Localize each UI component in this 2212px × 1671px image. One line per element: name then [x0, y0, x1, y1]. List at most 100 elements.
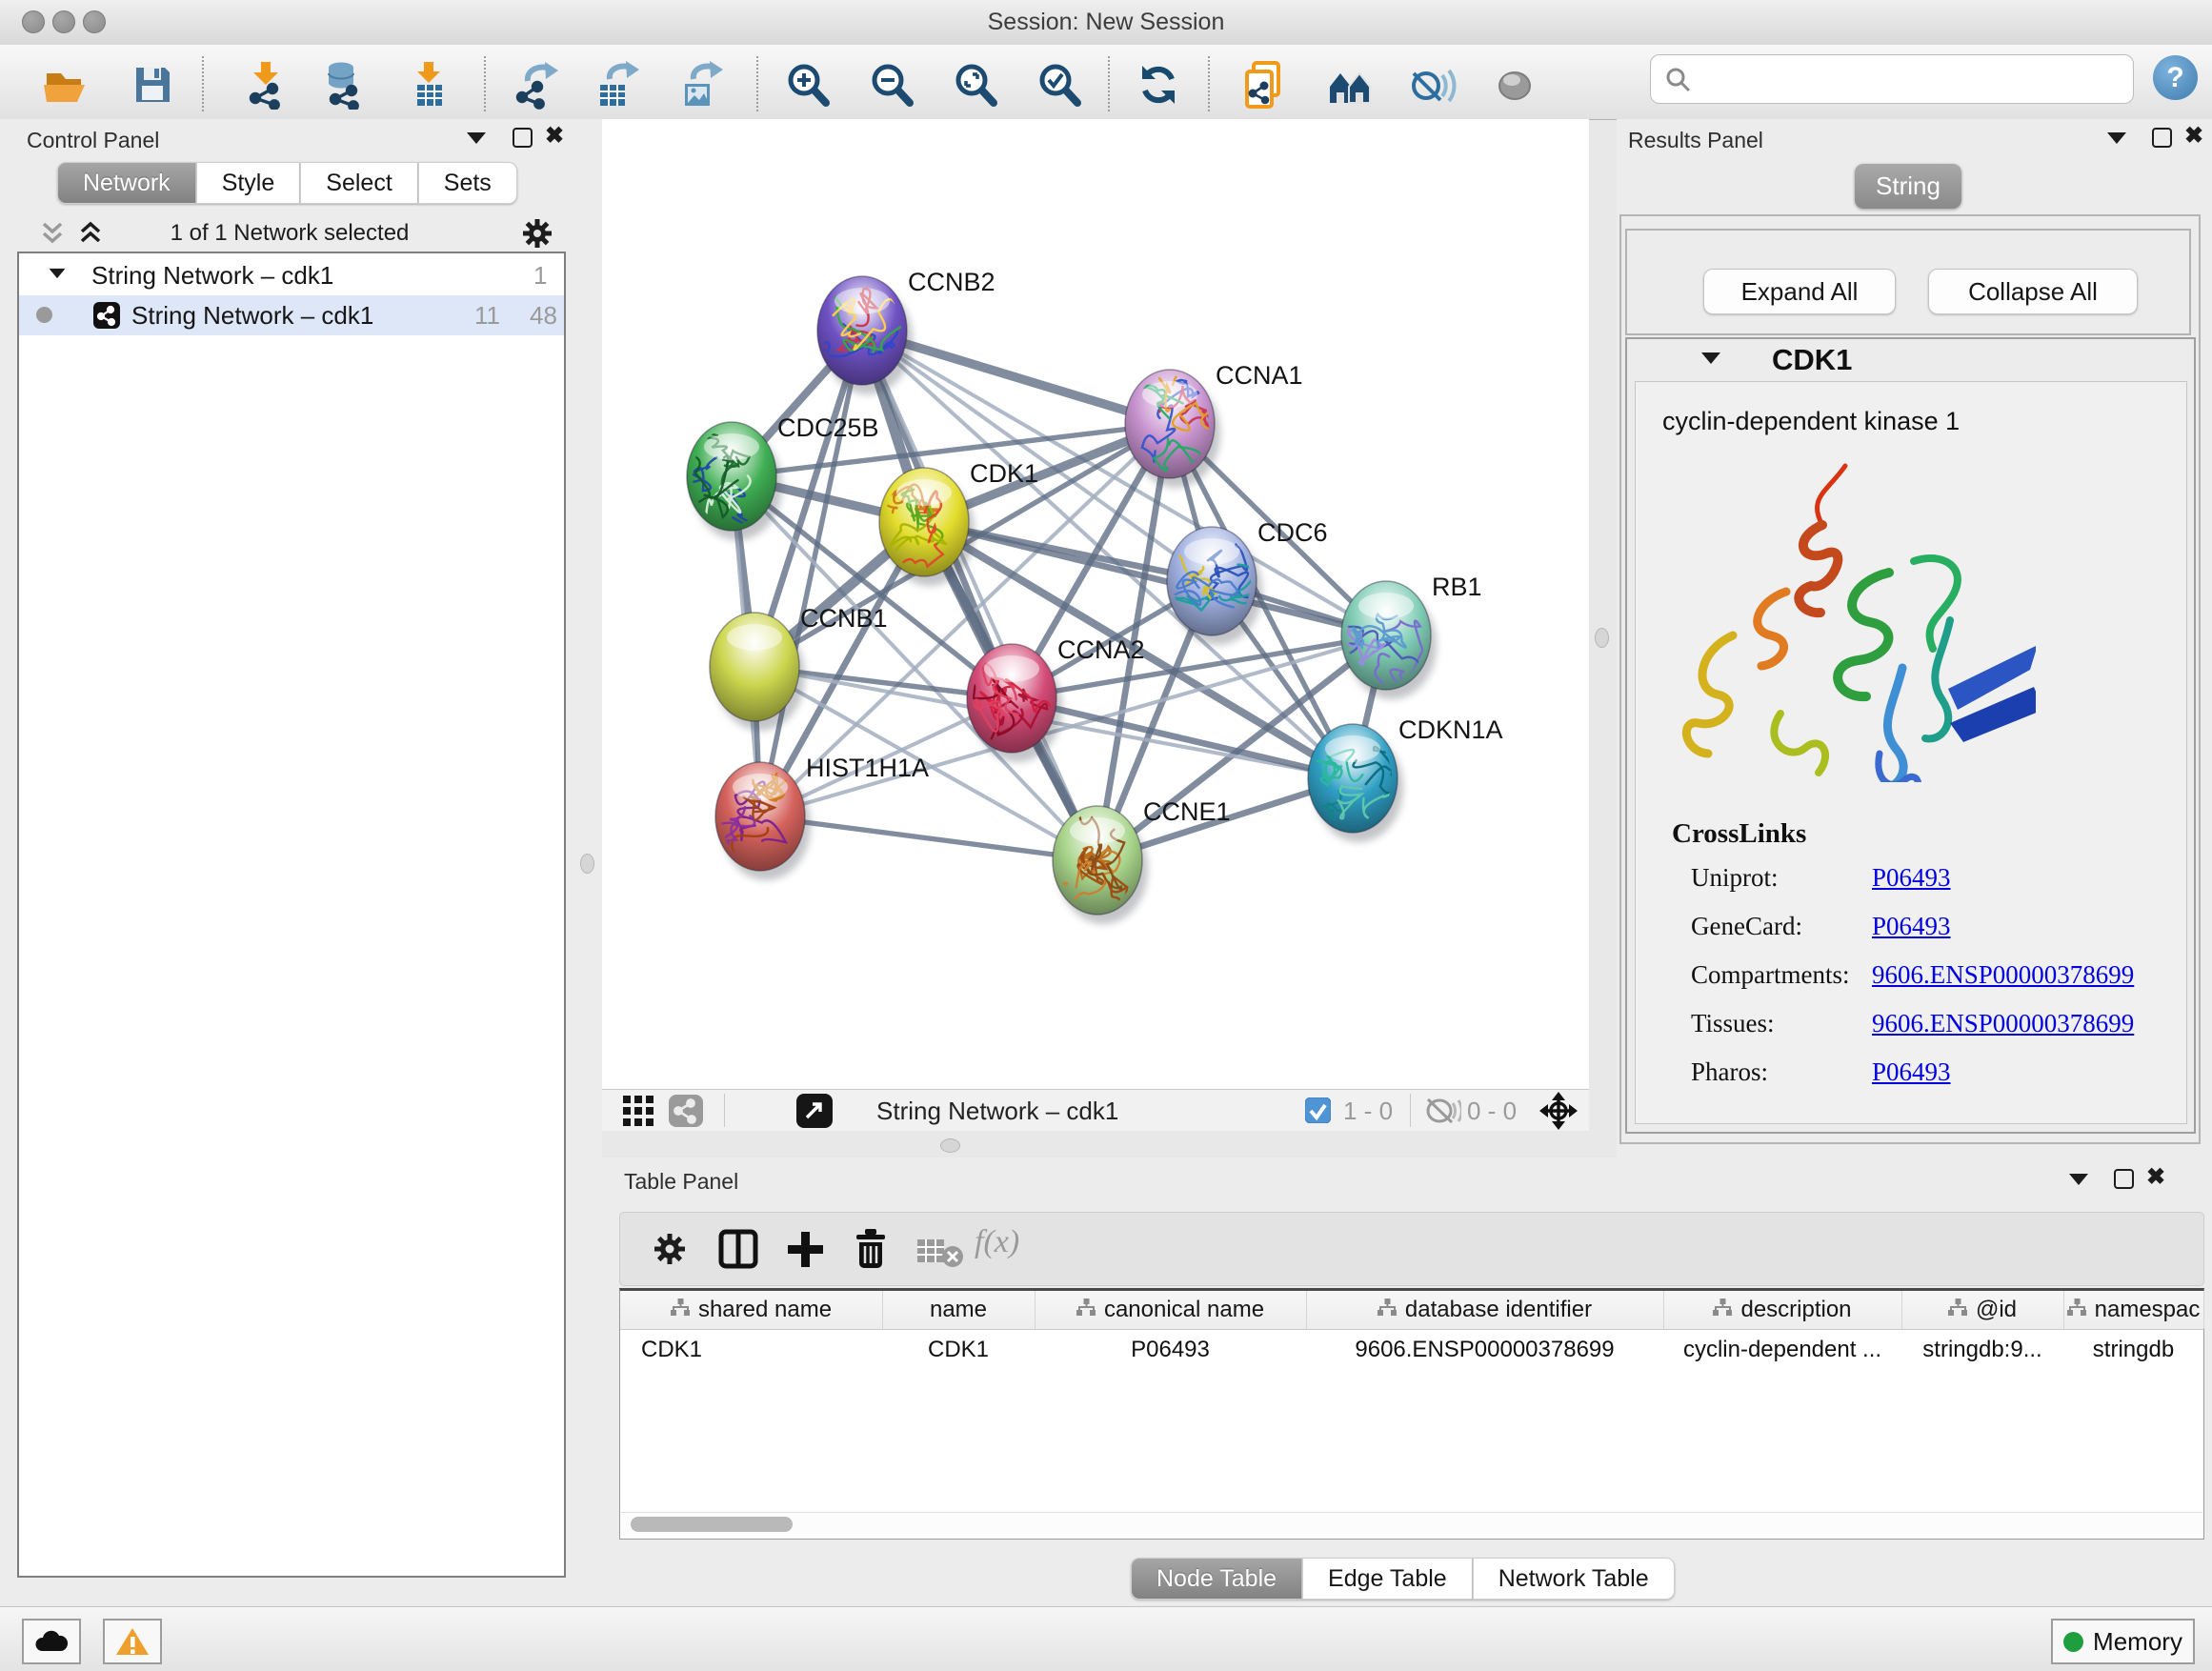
refresh-view-icon[interactable] — [1134, 60, 1183, 110]
footer-separator — [1410, 1094, 1411, 1127]
string-glasses-off-icon[interactable] — [1408, 60, 1458, 110]
crosslink-link[interactable]: 9606.ENSP00000378699 — [1872, 960, 2134, 990]
column-header-database-identifier[interactable]: database identifier — [1306, 1291, 1664, 1329]
crosslink-label: Uniprot: — [1691, 863, 1779, 893]
show-columns-icon[interactable] — [717, 1228, 759, 1270]
cloud-button[interactable] — [22, 1619, 81, 1664]
expand-all-button[interactable]: Expand All — [1703, 269, 1896, 314]
zoom-out-icon[interactable] — [867, 60, 916, 110]
import-table-from-file-icon[interactable] — [404, 60, 453, 110]
string-network-graph[interactable]: CCNB2CCNA1CDC25BCDK1CDC6RB1CCNB1CCNA2CDK… — [602, 119, 1589, 1089]
scrollbar-thumb[interactable] — [631, 1517, 793, 1532]
network-node-CDC25B[interactable]: CDC25B — [673, 413, 878, 548]
panel-minimize-icon[interactable] — [467, 132, 486, 144]
hidden-eye-slash-icon[interactable] — [1423, 1097, 1461, 1124]
crosslink-link[interactable]: P06493 — [1872, 1057, 1951, 1087]
crosslink-link[interactable]: P06493 — [1872, 912, 1951, 941]
column-header-description[interactable]: description — [1663, 1291, 1902, 1329]
tab-string[interactable]: String — [1855, 164, 1961, 209]
column-header-shared-name[interactable]: shared name — [620, 1291, 883, 1329]
crosslink-link[interactable]: P06493 — [1872, 863, 1951, 893]
collapse-all-button[interactable]: Collapse All — [1928, 269, 2138, 314]
search-input[interactable] — [1650, 54, 2134, 104]
tab-sets[interactable]: Sets — [418, 162, 517, 204]
network-edge[interactable] — [760, 816, 1097, 860]
tab-edge-table[interactable]: Edge Table — [1302, 1558, 1473, 1600]
memory-button[interactable]: Memory — [2051, 1619, 2195, 1664]
tab-node-table[interactable]: Node Table — [1131, 1558, 1302, 1600]
panel-close-icon[interactable]: ✖ — [2184, 127, 2203, 146]
table-cell[interactable]: cyclin-dependent ... — [1663, 1331, 1901, 1369]
panel-minimize-icon[interactable] — [2107, 132, 2126, 144]
panel-float-icon[interactable] — [513, 128, 533, 148]
network-node-CDKN1A[interactable]: CDKN1A — [1258, 715, 1502, 842]
table-cell[interactable]: CDK1 — [882, 1331, 1035, 1369]
birds-eye-view-icon[interactable] — [623, 1096, 655, 1126]
panel-float-icon[interactable] — [2152, 128, 2172, 148]
clone-network-icon[interactable] — [1240, 60, 1290, 110]
network-collection-row[interactable]: String Network – cdk1 1 — [19, 255, 564, 295]
panel-float-icon[interactable] — [2114, 1169, 2134, 1189]
column-header-name[interactable]: name — [882, 1291, 1036, 1329]
node-table-header: shared namenamecanonical namedatabase id… — [620, 1291, 2203, 1330]
splitter-handle[interactable] — [580, 854, 594, 874]
delete-column-trash-icon[interactable] — [849, 1226, 893, 1270]
network-node-CDC6[interactable]: CDC6 — [1156, 518, 1327, 645]
help-button[interactable]: ? — [2153, 55, 2198, 100]
string-share-icon[interactable] — [669, 1095, 703, 1127]
column-header-canonical-name[interactable]: canonical name — [1035, 1291, 1307, 1329]
zoom-in-icon[interactable] — [783, 60, 833, 110]
string-home-icon[interactable] — [1326, 60, 1376, 110]
zoom-selected-icon[interactable] — [1035, 60, 1084, 110]
open-in-window-icon[interactable] — [796, 1094, 833, 1128]
splitter-handle[interactable] — [1595, 628, 1609, 648]
table-cell[interactable]: stringdb:9... — [1901, 1331, 2063, 1369]
tab-network[interactable]: Network — [57, 162, 196, 204]
fit-selected-crosshair-icon[interactable] — [1538, 1090, 1579, 1132]
table-cell[interactable]: P06493 — [1035, 1331, 1306, 1369]
table-cell[interactable]: stringdb — [2063, 1331, 2203, 1369]
panel-close-icon[interactable]: ✖ — [545, 127, 564, 146]
network-node-CDK1[interactable]: CDK1 — [873, 459, 1038, 586]
results-panel: Results Panel ✖ String Expand All Collap… — [1617, 119, 2212, 1158]
network-node-RB1[interactable]: RB1 — [1341, 573, 1482, 699]
zoom-fit-content-icon[interactable] — [951, 60, 1000, 110]
create-column-plus-icon[interactable] — [784, 1228, 826, 1270]
column-header-namespac[interactable]: namespac — [2063, 1291, 2204, 1329]
tree-expander-icon[interactable] — [50, 269, 66, 278]
export-network-icon[interactable] — [513, 60, 562, 110]
string-eye-icon[interactable] — [1490, 60, 1539, 110]
panel-close-icon[interactable]: ✖ — [2146, 1168, 2165, 1187]
import-network-from-database-icon[interactable] — [320, 60, 370, 110]
horizontal-scrollbar[interactable] — [621, 1512, 2202, 1536]
network-edge[interactable] — [760, 331, 862, 816]
save-session-icon[interactable] — [128, 60, 177, 110]
section-title: CDK1 — [1772, 343, 1852, 377]
splitter-handle[interactable] — [940, 1138, 960, 1153]
export-table-icon[interactable] — [593, 60, 642, 110]
crosslink-link[interactable]: 9606.ENSP00000378699 — [1872, 1009, 2134, 1038]
tab-network-table[interactable]: Network Table — [1473, 1558, 1675, 1600]
network-view-canvas[interactable]: CCNB2CCNA1CDC25BCDK1CDC6RB1CCNB1CCNA2CDK… — [602, 119, 1589, 1089]
panel-minimize-icon[interactable] — [2069, 1174, 2088, 1185]
export-image-icon[interactable] — [676, 60, 726, 110]
title-bar: Session: New Session — [0, 0, 2212, 46]
control-panel: Control Panel ✖ NetworkStyleSelectSets 1… — [0, 119, 602, 1606]
delete-table-icon[interactable] — [917, 1236, 963, 1268]
table-cell[interactable]: CDK1 — [620, 1331, 903, 1369]
network-node-CCNE1[interactable]: CCNE1 — [1039, 797, 1231, 924]
table-cell[interactable]: 9606.ENSP00000378699 — [1306, 1331, 1663, 1369]
section-expander-icon[interactable] — [1701, 352, 1720, 364]
import-network-from-file-icon[interactable] — [242, 60, 292, 110]
function-builder-button[interactable]: f(x) — [975, 1224, 1019, 1260]
column-header-at-id[interactable]: @id — [1901, 1291, 2064, 1329]
warning-button[interactable] — [103, 1619, 162, 1664]
table-settings-gear-icon[interactable] — [651, 1230, 689, 1268]
gear-icon[interactable] — [520, 216, 554, 251]
node-table[interactable]: shared namenamecanonical namedatabase id… — [619, 1288, 2204, 1540]
tab-select[interactable]: Select — [300, 162, 417, 204]
network-row-selected[interactable]: String Network – cdk1 11 48 — [19, 295, 564, 335]
selected-checkbox-icon[interactable] — [1305, 1097, 1331, 1123]
open-session-icon[interactable] — [40, 60, 90, 110]
tab-style[interactable]: Style — [196, 162, 301, 204]
